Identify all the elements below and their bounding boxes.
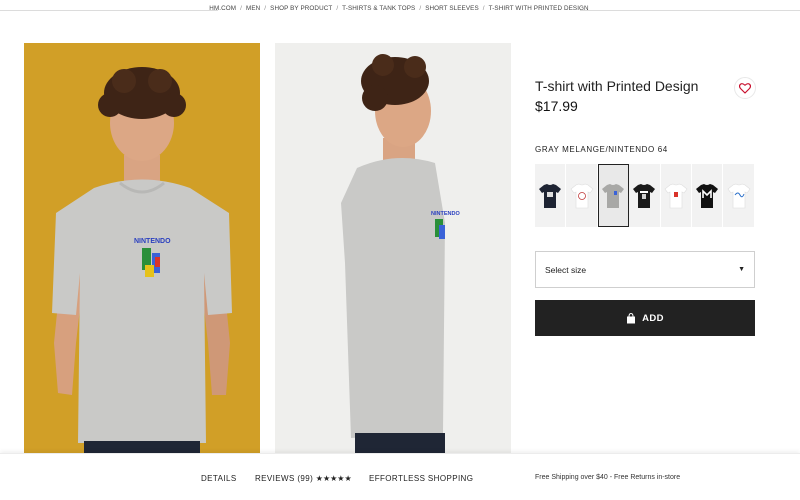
swatch-black-m[interactable] [691, 164, 724, 227]
breadcrumb-item-hm[interactable]: HM.COM [209, 5, 236, 12]
breadcrumb-item-short-sleeves[interactable]: SHORT SLEEVES [425, 5, 479, 12]
tshirt-thumb-icon [570, 183, 593, 208]
breadcrumb: HM.COM / MEN / SHOP BY PRODUCT / T-SHIRT… [0, 0, 800, 20]
star-rating: ★★★★★ [315, 474, 352, 483]
selected-color-label: GRAY MELANGE/NINTENDO 64 [535, 145, 668, 154]
tshirt-thumb-icon [696, 183, 719, 208]
breadcrumb-item-tshirts[interactable]: T-SHIRTS & TANK TOPS [342, 5, 415, 12]
caret-down-icon: ▼ [738, 266, 745, 273]
heart-outline-icon [739, 82, 751, 94]
product-price: $17.99 [535, 98, 578, 114]
svg-text:NINTENDO: NINTENDO [134, 238, 171, 245]
swatch-white-photo[interactable] [660, 164, 692, 227]
bottom-bar: DETAILS REVIEWS (99) ★★★★★ EFFORTLESS SH… [0, 453, 800, 500]
breadcrumb-separator: / [482, 5, 485, 12]
model-side-illustration: NINTENDO [341, 54, 460, 453]
swatch-navy[interactable] [535, 164, 567, 227]
swatch-gray-nintendo[interactable] [597, 164, 630, 227]
tshirt-thumb-icon [601, 183, 624, 208]
swatch-black-print[interactable] [629, 164, 661, 227]
tshirt-thumb-icon [539, 183, 562, 208]
breadcrumb-divider-right [580, 10, 800, 11]
product-title: T-shirt with Printed Design [535, 78, 699, 94]
breadcrumb-item-men[interactable]: MEN [246, 5, 260, 12]
tshirt-thumb-icon [664, 183, 688, 208]
shopping-bag-icon [627, 312, 636, 323]
breadcrumb-separator: / [336, 5, 339, 12]
tshirt-thumb-icon [727, 183, 750, 208]
product-image-side[interactable]: NINTENDO [275, 43, 511, 453]
swatch-white-print[interactable] [566, 164, 598, 227]
breadcrumb-separator: / [240, 5, 242, 12]
tshirt-thumb-icon [633, 183, 656, 208]
breadcrumb-items: HM.COM / MEN / SHOP BY PRODUCT / T-SHIRT… [209, 5, 588, 12]
swatch-white-script[interactable] [723, 164, 755, 227]
breadcrumb-item-shop-by-product[interactable]: SHOP BY PRODUCT [270, 5, 332, 12]
reviews-label: REVIEWS (99) [255, 474, 314, 483]
add-to-bag-button[interactable]: ADD [535, 300, 755, 336]
breadcrumb-separator: / [419, 5, 422, 12]
model-front-illustration: NINTENDO [52, 67, 232, 453]
product-image-front[interactable]: NINTENDO [24, 43, 260, 453]
details-tab[interactable]: DETAILS [201, 474, 237, 483]
breadcrumb-divider-left [0, 10, 218, 11]
shipping-info: Free Shipping over $40 - Free Returns in… [535, 474, 681, 481]
reviews-tab[interactable]: REVIEWS (99) ★★★★★ [255, 474, 352, 483]
svg-text:NINTENDO: NINTENDO [431, 211, 460, 217]
size-select[interactable]: Select size ▼ [535, 251, 755, 288]
size-select-label: Select size [545, 264, 587, 275]
effortless-shopping-tab[interactable]: EFFORTLESS SHOPPING [369, 474, 473, 483]
add-button-label: ADD [642, 312, 664, 324]
breadcrumb-item-current[interactable]: T-SHIRT WITH PRINTED DESIGN [489, 5, 589, 12]
color-swatches [535, 164, 755, 227]
favorite-button[interactable] [734, 77, 756, 99]
breadcrumb-separator: / [264, 5, 267, 12]
